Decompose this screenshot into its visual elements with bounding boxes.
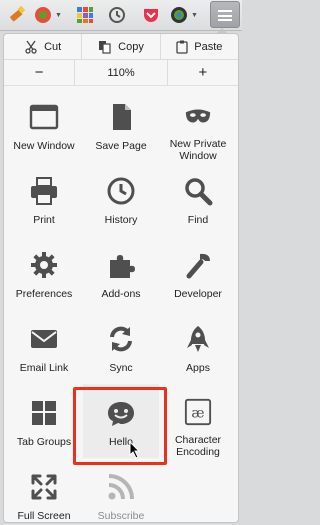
menu-icon xyxy=(218,10,232,12)
item-label: Character Encoding xyxy=(174,434,222,458)
cut-label: Cut xyxy=(44,40,62,53)
pocket-icon[interactable] xyxy=(142,6,160,24)
minus-icon: − xyxy=(34,64,44,81)
item-label: Email Link xyxy=(19,362,69,374)
item-label: Find xyxy=(187,214,209,226)
email-link-button[interactable]: Email Link xyxy=(6,310,82,384)
history-button[interactable]: History xyxy=(83,162,159,236)
plus-icon: + xyxy=(198,64,208,81)
zoom-reset-button[interactable]: 110% xyxy=(74,60,166,85)
color-picker-icon[interactable] xyxy=(34,6,52,24)
print-icon xyxy=(31,177,57,205)
new-private-window-button[interactable]: New Private Window xyxy=(160,88,236,162)
globe-icon[interactable] xyxy=(170,6,188,24)
zoom-level: 110% xyxy=(107,66,135,79)
pencil-icon[interactable] xyxy=(8,6,26,24)
full-screen-icon xyxy=(31,474,57,500)
find-button[interactable]: Find xyxy=(160,162,236,236)
chevron-down-icon[interactable]: ▼ xyxy=(191,12,198,19)
preferences-button[interactable]: Preferences xyxy=(6,236,82,310)
full-screen-button[interactable]: Full Screen xyxy=(6,458,82,522)
email-icon xyxy=(31,330,57,348)
chevron-down-icon[interactable]: ▼ xyxy=(55,12,62,19)
hello-button[interactable]: Hello xyxy=(83,384,159,458)
tab-groups-button[interactable]: Tab Groups xyxy=(6,384,82,458)
addons-button[interactable]: Add-ons xyxy=(83,236,159,310)
scissors-icon xyxy=(25,40,37,54)
mouse-cursor-icon xyxy=(129,441,141,459)
zoom-out-button[interactable]: − xyxy=(4,60,74,85)
item-label: New Private Window xyxy=(169,138,227,162)
item-label: Subscribe xyxy=(97,510,145,522)
zoom-in-button[interactable]: + xyxy=(166,60,238,85)
copy-label: Copy xyxy=(118,40,144,53)
browser-toolbar: ▼ ▼ xyxy=(0,0,242,31)
edit-controls: Cut Copy Paste xyxy=(4,34,238,60)
copy-icon xyxy=(99,40,111,54)
menu-panel: Cut Copy Paste − 110% + New Window Save … xyxy=(3,33,239,523)
save-page-button[interactable]: Save Page xyxy=(83,88,159,162)
menu-icon-bar xyxy=(218,14,232,17)
print-button[interactable]: Print xyxy=(6,162,82,236)
character-encoding-icon: æ xyxy=(184,398,212,426)
menu-grid: New Window Save Page New Private Window … xyxy=(6,88,236,522)
clipboard-icon xyxy=(176,40,188,54)
grid-icon[interactable] xyxy=(76,6,94,24)
item-label: History xyxy=(104,214,138,226)
find-icon xyxy=(185,178,213,206)
paste-button[interactable]: Paste xyxy=(159,34,238,59)
item-label: Save Page xyxy=(95,140,147,152)
item-label: Developer xyxy=(174,288,222,300)
subscribe-icon xyxy=(108,474,134,500)
sync-button[interactable]: Sync xyxy=(83,310,159,384)
item-label: Tab Groups xyxy=(16,436,72,448)
svg-text:æ: æ xyxy=(191,406,204,422)
item-label: Add-ons xyxy=(101,288,141,300)
history-icon[interactable] xyxy=(108,6,126,24)
apps-button[interactable]: Apps xyxy=(160,310,236,384)
item-label: New Window xyxy=(13,140,75,152)
item-label: Full Screen xyxy=(17,510,71,522)
subscribe-button[interactable]: Subscribe xyxy=(83,458,159,522)
developer-button[interactable]: Developer xyxy=(160,236,236,310)
save-page-icon xyxy=(113,104,131,130)
cut-button[interactable]: Cut xyxy=(4,34,81,59)
item-label: Print xyxy=(33,214,55,226)
addons-icon xyxy=(110,255,135,278)
tab-groups-icon xyxy=(32,401,56,425)
item-label: Apps xyxy=(186,362,210,374)
item-label: Sync xyxy=(109,362,133,374)
menu-button[interactable] xyxy=(210,1,240,28)
preferences-icon xyxy=(31,252,57,278)
paste-label: Paste xyxy=(194,40,223,53)
character-encoding-button[interactable]: æ Character Encoding xyxy=(160,384,236,458)
zoom-controls: − 110% + xyxy=(4,60,238,86)
new-window-icon xyxy=(29,104,59,130)
menu-icon-bar xyxy=(218,19,232,21)
new-window-button[interactable]: New Window xyxy=(6,88,82,162)
hello-icon xyxy=(108,402,134,426)
developer-icon xyxy=(186,253,210,279)
copy-button[interactable]: Copy xyxy=(81,34,159,59)
history-icon xyxy=(107,177,135,205)
sync-icon xyxy=(110,326,132,352)
item-label: Preferences xyxy=(15,288,73,300)
apps-icon xyxy=(187,326,209,352)
private-window-icon xyxy=(185,109,211,123)
